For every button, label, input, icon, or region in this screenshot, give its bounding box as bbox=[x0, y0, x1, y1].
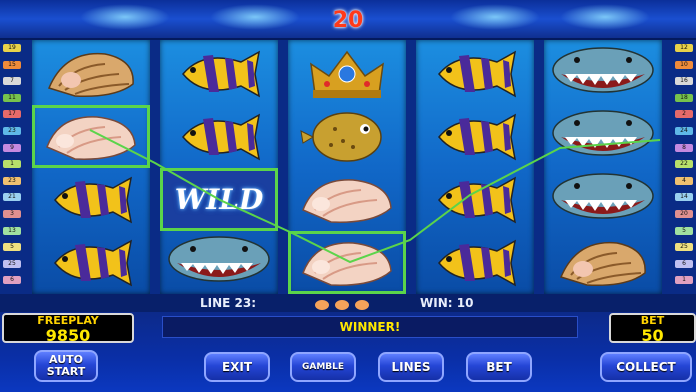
angelfish-symbol bbox=[160, 42, 278, 105]
left-line-markers: 19 15 7 11 17 23 9 1 23 21 3 13 5 25 6 bbox=[0, 40, 24, 294]
line-marker: 9 bbox=[3, 143, 21, 152]
gamble-button[interactable]: GAMBLE bbox=[290, 352, 356, 382]
line-marker: 19 bbox=[3, 44, 21, 52]
line-indicator: LINE 23: bbox=[200, 296, 257, 310]
line-marker: 6 bbox=[3, 276, 21, 285]
angelfish-symbol bbox=[416, 168, 534, 231]
line-marker: 24 bbox=[675, 127, 693, 135]
bet-panel: BET 50 bbox=[609, 313, 696, 345]
auto-start-label-2: START bbox=[46, 365, 86, 378]
lines-button[interactable]: LINES bbox=[378, 352, 444, 382]
collect-button[interactable]: COLLECT bbox=[600, 352, 692, 382]
line-marker: 22 bbox=[675, 160, 693, 169]
shell-pink-symbol bbox=[32, 105, 150, 168]
line-marker: 16 bbox=[675, 77, 693, 86]
freeplay-panel: FREEPLAY 9850 bbox=[2, 313, 134, 345]
reel-area: WILD bbox=[24, 40, 672, 294]
line-marker: 14 bbox=[675, 193, 693, 202]
mini-shell-icons bbox=[315, 300, 369, 310]
line-marker: 5 bbox=[675, 226, 693, 235]
crown-symbol bbox=[288, 42, 406, 105]
water-splash bbox=[210, 4, 300, 30]
shark-symbol bbox=[544, 105, 662, 168]
shell-pink-symbol bbox=[288, 231, 406, 294]
line-marker: 23 bbox=[3, 127, 21, 135]
water-splash bbox=[560, 4, 650, 30]
shark-symbol bbox=[160, 231, 278, 294]
reel bbox=[288, 40, 406, 294]
conch-shell-symbol bbox=[544, 231, 662, 294]
line-marker: 15 bbox=[3, 60, 21, 69]
line-marker: 20 bbox=[675, 210, 693, 218]
line-marker: 5 bbox=[3, 243, 21, 252]
conch-shell-symbol bbox=[32, 42, 150, 105]
angelfish-symbol bbox=[32, 168, 150, 231]
reel: WILD bbox=[160, 40, 278, 294]
shark-symbol bbox=[544, 168, 662, 231]
top-banner: 20 bbox=[0, 0, 696, 38]
line-marker: 13 bbox=[3, 226, 21, 235]
angelfish-symbol bbox=[416, 42, 534, 105]
shell-pink-symbol bbox=[288, 168, 406, 231]
angelfish-symbol bbox=[32, 231, 150, 294]
auto-start-button[interactable]: AUTO START bbox=[34, 350, 98, 382]
water-splash bbox=[450, 4, 540, 30]
angelfish-symbol bbox=[160, 105, 278, 168]
water-splash bbox=[80, 4, 170, 30]
line-marker: 25 bbox=[675, 243, 693, 252]
line-marker: 17 bbox=[3, 110, 21, 119]
line-marker: 21 bbox=[3, 193, 21, 202]
bet-value: 50 bbox=[641, 326, 664, 345]
line-marker: 23 bbox=[3, 176, 21, 185]
line-marker: 7 bbox=[3, 77, 21, 86]
pufferfish-symbol bbox=[288, 105, 406, 168]
reel bbox=[416, 40, 534, 294]
line-marker: 10 bbox=[675, 60, 693, 69]
line-marker: 4 bbox=[675, 176, 693, 185]
line-marker: 6 bbox=[675, 259, 693, 268]
line-marker: 2 bbox=[675, 110, 693, 119]
slot-machine-screen: 20 19 15 7 11 17 23 9 1 23 21 3 13 5 25 6 12 10 16 18 2 24 8… bbox=[0, 0, 696, 392]
line-marker: 3 bbox=[3, 210, 21, 218]
line-marker: 12 bbox=[675, 44, 693, 52]
angelfish-symbol bbox=[416, 231, 534, 294]
line-marker: 25 bbox=[3, 259, 21, 268]
reel bbox=[544, 40, 662, 294]
right-line-markers: 12 10 16 18 2 24 8 22 4 14 20 5 25 6 1 bbox=[672, 40, 696, 294]
shark-symbol bbox=[544, 42, 662, 105]
wild-label: WILD bbox=[174, 183, 264, 216]
win-indicator: WIN: 10 bbox=[420, 296, 474, 310]
freeplay-value: 9850 bbox=[45, 326, 91, 345]
line-marker: 1 bbox=[3, 160, 21, 169]
line-marker: 1 bbox=[675, 276, 693, 285]
top-number: 20 bbox=[332, 8, 364, 33]
status-message: WINNER! bbox=[162, 316, 578, 338]
line-marker: 8 bbox=[675, 143, 693, 152]
angelfish-symbol bbox=[416, 105, 534, 168]
bet-button[interactable]: BET bbox=[466, 352, 532, 382]
exit-button[interactable]: EXIT bbox=[204, 352, 270, 382]
reel bbox=[32, 40, 150, 294]
line-marker: 18 bbox=[675, 93, 693, 102]
line-marker: 11 bbox=[3, 93, 21, 102]
wild-symbol: WILD bbox=[160, 168, 278, 231]
